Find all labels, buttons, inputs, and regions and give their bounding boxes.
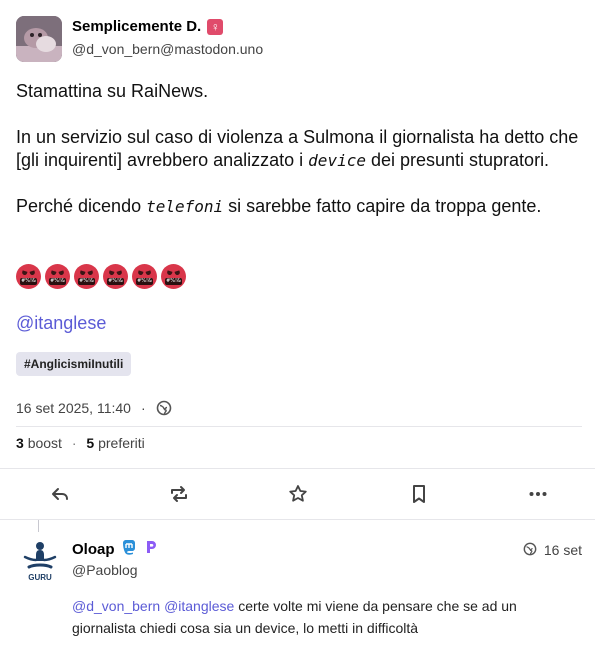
reply-icon bbox=[52, 488, 68, 500]
author-handle[interactable]: @d_von_bern@mastodon.uno bbox=[72, 41, 263, 57]
reply-handle[interactable]: @Paoblog bbox=[72, 562, 138, 578]
favourite-icon bbox=[289, 485, 307, 502]
reply-avatar-text: GURU bbox=[28, 573, 52, 582]
cursing-face-emoji: #%!& bbox=[45, 264, 70, 289]
cursing-face-emoji: #%!& bbox=[161, 264, 186, 289]
venus-icon: ♀ bbox=[207, 18, 224, 35]
emphasis-device: device bbox=[308, 151, 366, 170]
favourite-label[interactable]: preferiti bbox=[98, 435, 145, 451]
mention-link[interactable]: @itanglese bbox=[16, 313, 106, 334]
post-timestamp[interactable]: 16 set 2025, 11:40 bbox=[16, 400, 131, 416]
cursing-face-emoji: #%!& bbox=[16, 264, 41, 289]
reply-time[interactable]: 16 set bbox=[523, 542, 582, 558]
reply-button[interactable] bbox=[46, 480, 74, 508]
hashtag-chip[interactable]: #AnglicismiInutili bbox=[16, 352, 132, 376]
reply-avatar[interactable]: GURU bbox=[17, 537, 63, 583]
emphasis-telefoni: telefoni bbox=[146, 197, 224, 216]
reply-mention-1[interactable]: @d_von_bern bbox=[72, 598, 160, 614]
post-stats: 3 boost · 5 preferiti bbox=[16, 435, 145, 451]
more-button[interactable] bbox=[524, 480, 552, 508]
reply-mention-2[interactable]: @itanglese bbox=[164, 598, 234, 614]
mastodon-icon bbox=[121, 539, 137, 559]
boost-icon bbox=[171, 486, 187, 502]
divider bbox=[0, 519, 595, 520]
globe-icon bbox=[523, 542, 539, 558]
author-display-name[interactable]: Semplicemente D. ♀ bbox=[72, 18, 224, 35]
favourite-button[interactable] bbox=[284, 480, 312, 508]
bookmark-button[interactable] bbox=[405, 480, 433, 508]
stats-separator: · bbox=[71, 435, 77, 451]
post-content: Stamattina su RaiNews. In un servizio su… bbox=[16, 80, 581, 241]
paragraph-2: In un servizio sul caso di violenza a Su… bbox=[16, 127, 579, 170]
favourite-count[interactable]: 5 bbox=[86, 435, 94, 451]
reply-content: @d_von_bern @itanglese certe volte mi vi… bbox=[72, 595, 572, 639]
cursing-face-emoji: #%!& bbox=[74, 264, 99, 289]
reply-display-name[interactable]: Oloap bbox=[72, 539, 159, 559]
bookmark-icon bbox=[413, 485, 425, 503]
action-bar bbox=[0, 472, 595, 516]
author-avatar[interactable] bbox=[16, 16, 62, 62]
more-icon bbox=[529, 492, 547, 496]
boost-button[interactable] bbox=[165, 480, 193, 508]
divider bbox=[0, 468, 595, 469]
boost-count[interactable]: 3 bbox=[16, 435, 24, 451]
meta-separator: · bbox=[140, 400, 146, 416]
paragraph-3: Perché dicendo telefoni si sarebbe fatto… bbox=[16, 196, 542, 216]
thread-line bbox=[38, 520, 39, 532]
post-meta: 16 set 2025, 11:40 · bbox=[16, 400, 172, 416]
reply-name-text: Oloap bbox=[72, 540, 115, 558]
globe-icon bbox=[156, 400, 172, 416]
emoji-row: #%!& #%!& #%!& #%!& #%!& #%!& bbox=[16, 264, 186, 289]
cursing-face-emoji: #%!& bbox=[103, 264, 128, 289]
cursing-face-emoji: #%!& bbox=[132, 264, 157, 289]
paragraph-1: Stamattina su RaiNews. bbox=[16, 81, 209, 101]
author-name-text: Semplicemente D. bbox=[72, 18, 202, 35]
divider bbox=[16, 426, 582, 427]
pixelfed-p-icon bbox=[143, 539, 159, 559]
boost-label[interactable]: boost bbox=[28, 435, 62, 451]
reply-time-text: 16 set bbox=[543, 542, 582, 558]
